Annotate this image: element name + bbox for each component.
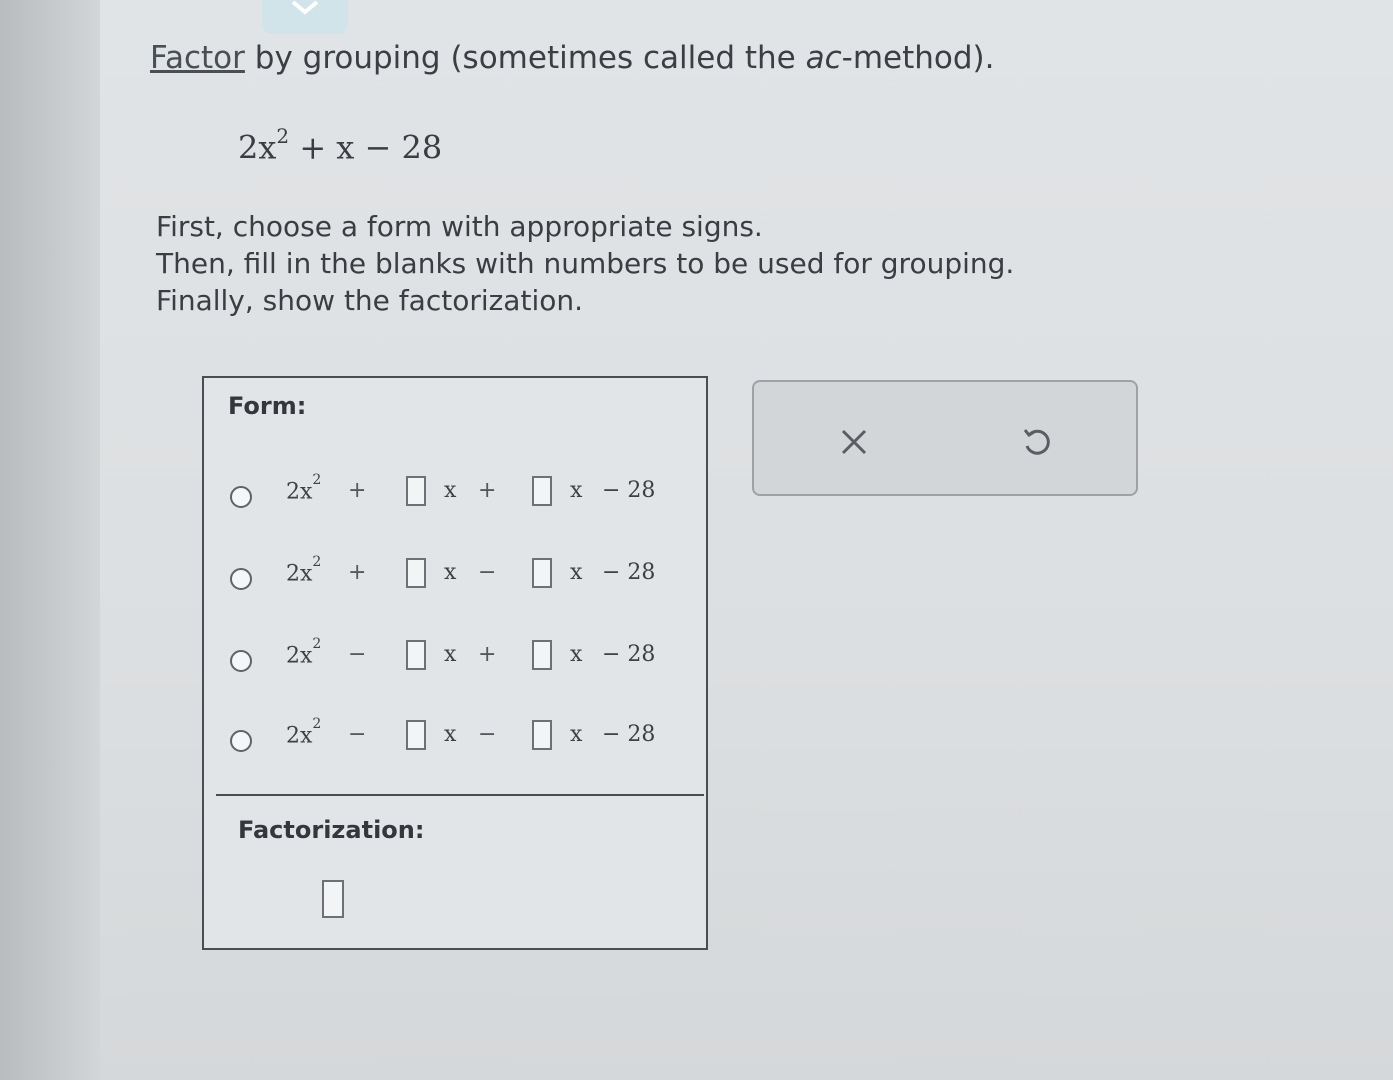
factorization-label: Factorization: — [238, 816, 425, 844]
factorization-section: Factorization: — [216, 794, 704, 952]
undo-icon — [1023, 429, 1050, 455]
factorization-input[interactable] — [322, 880, 344, 918]
form-option-3[interactable]: 2x2 − x + x − 28 — [230, 636, 690, 686]
undo-button[interactable] — [1016, 422, 1056, 462]
direction-line: First, choose a form with appropriate si… — [156, 210, 763, 243]
direction-line: Then, fill in the blanks with numbers to… — [156, 247, 1015, 280]
direction-line: Finally, show the factorization. — [156, 284, 583, 317]
answer-panel: Form: 2x2 + x + x − 28 2x2 + x − x − 28 … — [202, 376, 708, 950]
form-option-2[interactable]: 2x2 + x − x − 28 — [230, 554, 690, 604]
radio-button[interactable] — [230, 486, 252, 508]
collapse-chevron[interactable] — [262, 0, 348, 34]
chevron-down-icon — [291, 0, 319, 15]
directions-text: First, choose a form with appropriate si… — [156, 208, 1014, 319]
blank-input-2[interactable] — [532, 476, 552, 506]
blank-input-1[interactable] — [406, 476, 426, 506]
blank-input-2[interactable] — [532, 720, 552, 750]
radio-button[interactable] — [230, 650, 252, 672]
blank-input-1[interactable] — [406, 640, 426, 670]
radio-button[interactable] — [230, 568, 252, 590]
polynomial-expression: 2x2 + x − 28 — [238, 124, 443, 167]
question-instruction: Factor by grouping (sometimes called the… — [150, 40, 995, 76]
blank-input-2[interactable] — [532, 640, 552, 670]
clear-button[interactable] — [834, 422, 874, 462]
blank-input-1[interactable] — [406, 558, 426, 588]
radio-button[interactable] — [230, 730, 252, 752]
blank-input-2[interactable] — [532, 558, 552, 588]
tool-panel — [752, 380, 1138, 496]
form-option-1[interactable]: 2x2 + x + x − 28 — [230, 472, 690, 522]
blank-input-1[interactable] — [406, 720, 426, 750]
form-option-4[interactable]: 2x2 − x − x − 28 — [230, 716, 690, 766]
factor-link[interactable]: Factor — [150, 40, 245, 76]
form-label: Form: — [228, 392, 307, 420]
close-icon — [841, 429, 867, 455]
form-section: Form: 2x2 + x + x − 28 2x2 + x − x − 28 … — [204, 378, 706, 794]
